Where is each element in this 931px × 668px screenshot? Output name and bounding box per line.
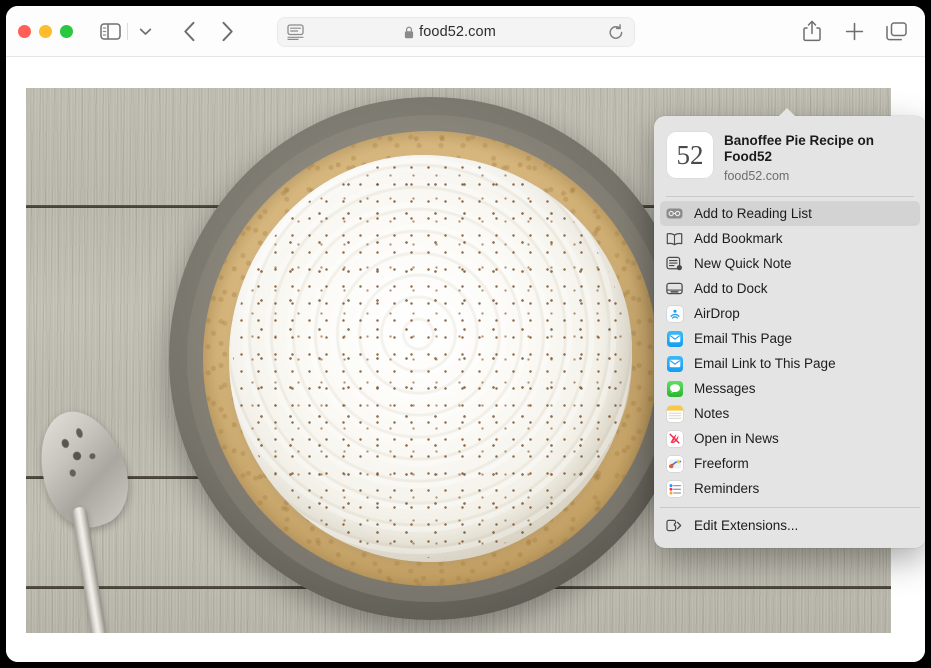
share-menu-page-domain: food52.com bbox=[724, 169, 790, 183]
whipped-cream-topping bbox=[229, 155, 632, 562]
sidebar-icon bbox=[99, 22, 121, 40]
mail-icon bbox=[666, 355, 683, 372]
sidebar-controls bbox=[95, 17, 160, 45]
menu-item-email-this-page[interactable]: Email This Page bbox=[660, 326, 920, 351]
safari-window: food52.com 52 Banoffee Pie Recipe on Foo… bbox=[6, 6, 925, 662]
chevron-down-icon bbox=[139, 28, 151, 35]
reminders-icon bbox=[666, 480, 683, 497]
add-to-dock-icon bbox=[666, 280, 683, 297]
back-arrow-icon bbox=[183, 21, 194, 41]
close-window-button[interactable] bbox=[18, 24, 31, 38]
page-content: 52 Banoffee Pie Recipe on Food52 food52.… bbox=[6, 57, 925, 662]
browser-toolbar: food52.com bbox=[6, 6, 925, 57]
plus-icon bbox=[845, 22, 863, 40]
menu-item-reminders[interactable]: Reminders bbox=[660, 476, 920, 501]
share-menu-footer: Edit Extensions... bbox=[654, 513, 925, 538]
quick-note-icon bbox=[666, 255, 683, 272]
share-menu-page-title: Banoffee Pie Recipe on Food52 bbox=[724, 133, 875, 164]
menu-item-label: Messages bbox=[694, 381, 756, 396]
airdrop-icon bbox=[666, 305, 683, 322]
notes-icon bbox=[666, 405, 683, 422]
menu-item-airdrop[interactable]: AirDrop bbox=[660, 301, 920, 326]
toolbar-right-controls bbox=[797, 17, 911, 45]
menu-item-label: Add to Reading List bbox=[694, 206, 812, 221]
new-tab-button[interactable] bbox=[839, 17, 869, 45]
footer-divider bbox=[660, 507, 920, 508]
menu-item-label: Email This Page bbox=[694, 331, 793, 346]
menu-item-label: Notes bbox=[694, 406, 730, 421]
reload-button[interactable] bbox=[608, 23, 624, 41]
menu-item-label: Edit Extensions... bbox=[694, 518, 799, 533]
menu-item-label: Add Bookmark bbox=[694, 231, 783, 246]
url-text[interactable]: food52.com bbox=[419, 24, 496, 40]
share-icon bbox=[803, 20, 821, 42]
menu-item-label: Add to Dock bbox=[694, 281, 768, 296]
tab-overview-icon bbox=[885, 21, 907, 40]
sidebar-toggle-button[interactable] bbox=[95, 17, 125, 45]
menu-item-label: Email Link to This Page bbox=[694, 356, 836, 371]
menu-item-label: AirDrop bbox=[694, 306, 740, 321]
pie-pan bbox=[169, 97, 692, 620]
sidebar-menu-button[interactable] bbox=[130, 17, 160, 45]
menu-item-edit-extensions[interactable]: Edit Extensions... bbox=[660, 513, 920, 538]
serving-spoon bbox=[26, 400, 144, 633]
cocoa-dusting bbox=[233, 159, 628, 558]
address-bar[interactable]: food52.com bbox=[277, 17, 635, 47]
lock-icon bbox=[405, 26, 414, 38]
menu-item-new-quick-note[interactable]: New Quick Note bbox=[660, 251, 920, 276]
mail-icon bbox=[666, 330, 683, 347]
reload-icon bbox=[609, 23, 623, 39]
minimize-window-button[interactable] bbox=[39, 24, 52, 38]
messages-icon bbox=[666, 380, 683, 397]
bookmark-book-icon bbox=[666, 230, 683, 247]
menu-item-open-in-news[interactable]: Open in News bbox=[660, 426, 920, 451]
menu-item-label: Freeform bbox=[694, 456, 749, 471]
news-icon bbox=[666, 430, 683, 447]
tab-overview-button[interactable] bbox=[881, 17, 911, 45]
share-menu-page-info: Banoffee Pie Recipe on Food52 food52.com bbox=[724, 132, 910, 183]
menu-item-label: Reminders bbox=[694, 481, 760, 496]
popover-arrow bbox=[778, 108, 796, 117]
menu-item-messages[interactable]: Messages bbox=[660, 376, 920, 401]
back-button[interactable] bbox=[174, 17, 204, 45]
extensions-icon bbox=[666, 517, 683, 534]
share-button[interactable] bbox=[797, 17, 827, 45]
share-menu-popover: 52 Banoffee Pie Recipe on Food52 food52.… bbox=[654, 108, 925, 548]
menu-item-notes[interactable]: Notes bbox=[660, 401, 920, 426]
freeform-icon bbox=[666, 455, 683, 472]
share-menu-header: 52 Banoffee Pie Recipe on Food52 food52.… bbox=[654, 118, 925, 194]
traffic-light-buttons bbox=[18, 24, 73, 38]
site-favicon: 52 bbox=[667, 132, 713, 178]
share-menu-list: Add to Reading List Add Bookmark New Qui… bbox=[654, 197, 925, 501]
maximize-window-button[interactable] bbox=[60, 24, 73, 38]
forward-arrow-icon bbox=[222, 21, 233, 41]
menu-item-add-bookmark[interactable]: Add Bookmark bbox=[660, 226, 920, 251]
menu-item-email-link-to-this-page[interactable]: Email Link to This Page bbox=[660, 351, 920, 376]
menu-item-freeform[interactable]: Freeform bbox=[660, 451, 920, 476]
toolbar-divider bbox=[127, 22, 128, 40]
forward-button[interactable] bbox=[212, 17, 242, 45]
address-bar-content: food52.com bbox=[292, 24, 608, 40]
reading-list-glasses-icon bbox=[666, 205, 683, 222]
menu-item-label: New Quick Note bbox=[694, 256, 792, 271]
menu-item-add-to-reading-list[interactable]: Add to Reading List bbox=[660, 201, 920, 226]
navigation-controls bbox=[174, 17, 242, 45]
menu-item-add-to-dock[interactable]: Add to Dock bbox=[660, 276, 920, 301]
menu-item-label: Open in News bbox=[694, 431, 779, 446]
